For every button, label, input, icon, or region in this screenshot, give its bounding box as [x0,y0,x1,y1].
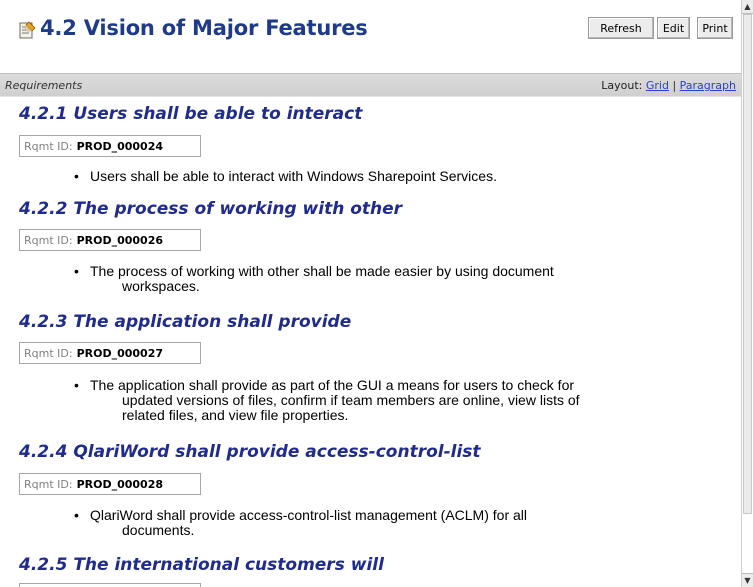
bullet-line: The application shall provide as part of… [90,377,575,393]
requirement-id-value: PROD_000027 [76,346,164,360]
scroll-down-arrow-icon[interactable]: ▼ [742,573,753,587]
requirement-id-box: Rqmt ID: PROD_000024 [19,135,201,157]
requirement-id-box: Rqmt ID: PROD_000027 [19,342,201,364]
requirement-heading: 4.2.3 The application shall provide [19,312,352,332]
bullet-icon: • [74,168,79,184]
requirement-heading: 4.2.4 QlariWord shall provide access-con… [19,442,481,462]
requirement-id-box [19,583,201,587]
bullet-line: updated versions of files, confirm if te… [122,392,580,408]
scrollbar-thumb[interactable] [743,14,752,514]
section-label: Requirements [5,79,83,92]
requirement-id-label: Rqmt ID: [24,139,73,153]
requirement-id-value: PROD_000026 [76,233,164,247]
requirement-id-label: Rqmt ID: [24,477,73,491]
requirement-heading: 4.2.5 The international customers will [19,555,384,575]
requirement-bullet: • The application shall provide as part … [74,377,580,423]
bullet-line: documents. [122,522,195,538]
print-button[interactable]: Print [697,17,733,39]
requirement-id-box: Rqmt ID: PROD_000028 [19,473,201,495]
page-header: 4.2 Vision of Major Features Refresh Edi… [0,0,741,66]
document-content: 4.2 Vision of Major Features Refresh Edi… [0,0,741,587]
requirement-bullet: • Users shall be able to interact with W… [74,168,497,184]
requirement-heading: 4.2.1 Users shall be able to interact [19,104,363,124]
requirement-bullet: • QlariWord shall provide access-control… [74,507,528,538]
bullet-line: Users shall be able to interact with Win… [90,168,497,184]
paragraph-layout-link[interactable]: Paragraph [680,79,736,92]
scroll-up-arrow-icon[interactable]: ▲ [742,0,753,14]
layout-separator: | [672,79,677,92]
document-edit-icon [19,21,36,39]
requirement-id-value: PROD_000024 [76,139,164,153]
layout-label: Layout: [601,79,643,92]
layout-switcher: Layout: Grid | Paragraph [601,79,736,92]
bullet-line: related files, and view file properties. [122,407,349,423]
requirement-heading: 4.2.2 The process of working with other [19,199,403,219]
requirement-bullet: • The process of working with other shal… [74,263,554,294]
requirement-id-label: Rqmt ID: [24,233,73,247]
bullet-icon: • [74,507,79,523]
edit-button[interactable]: Edit [657,17,690,39]
requirements-section-bar: Requirements Layout: Grid | Paragraph [0,73,741,97]
requirement-id-box: Rqmt ID: PROD_000026 [19,229,201,251]
grid-layout-link[interactable]: Grid [646,79,669,92]
bullet-icon: • [74,377,79,393]
bullet-icon: • [74,263,79,279]
bullet-line: workspaces. [122,278,200,294]
page-title: 4.2 Vision of Major Features [40,16,368,40]
bullet-line: QlariWord shall provide access-control-l… [90,507,528,523]
requirement-id-label: Rqmt ID: [24,346,73,360]
refresh-button[interactable]: Refresh [588,17,654,39]
vertical-scrollbar[interactable]: ▲ ▼ [741,0,753,587]
requirement-id-value: PROD_000028 [76,477,164,491]
bullet-line: The process of working with other shall … [90,263,554,279]
